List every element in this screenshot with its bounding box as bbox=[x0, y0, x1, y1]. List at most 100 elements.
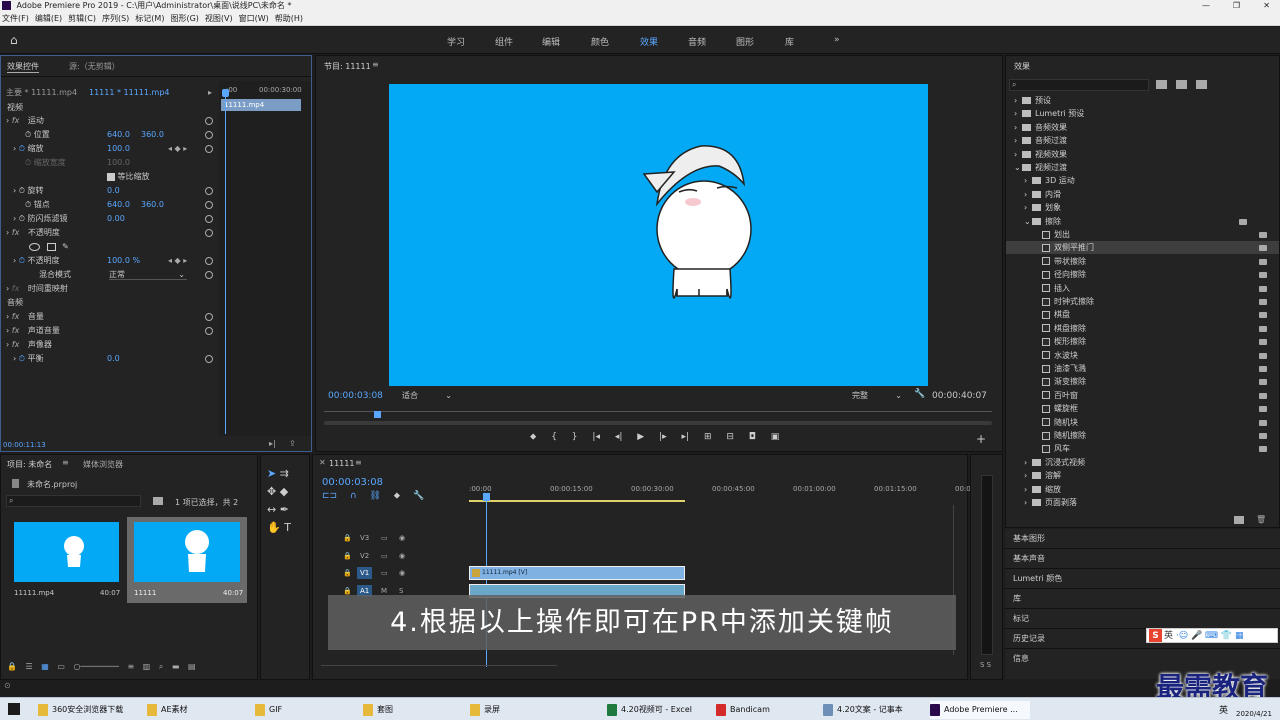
rect-mask-icon[interactable] bbox=[46, 242, 56, 251]
row-position[interactable]: ⏱ 位置 bbox=[25, 128, 50, 141]
mini-timeline[interactable]: :00 00:00:30:00 11111.mp4 bbox=[219, 81, 311, 436]
workspace-graphics[interactable]: 图形 bbox=[736, 35, 754, 48]
step-back-icon[interactable]: ◂| bbox=[615, 432, 623, 442]
workspace-assembly[interactable]: 组件 bbox=[495, 35, 513, 48]
effects-item[interactable]: 油漆飞溅 bbox=[1006, 362, 1279, 375]
chevron-right-icon[interactable]: › bbox=[1024, 483, 1032, 496]
menu-graphics[interactable]: 图形(G) bbox=[170, 14, 198, 23]
opacity-value[interactable]: 100.0 % bbox=[107, 254, 140, 267]
slip-tool-icon[interactable]: ↔ bbox=[267, 503, 276, 516]
effects-folder[interactable]: ⌄ 擦除 bbox=[1006, 215, 1279, 228]
menu-file[interactable]: 文件(F) bbox=[2, 14, 29, 23]
tab-media-browser[interactable]: 媒体浏览器 bbox=[83, 459, 123, 470]
reset-icon[interactable] bbox=[205, 313, 213, 321]
effects-folder[interactable]: › 音频过渡 bbox=[1006, 134, 1279, 147]
program-timecode[interactable]: 00:00:03:08 bbox=[328, 391, 383, 401]
new-bin-icon[interactable] bbox=[1234, 516, 1244, 524]
list-view-icon[interactable]: ☰ bbox=[26, 662, 33, 671]
solo-label-icon[interactable]: S S bbox=[980, 661, 991, 669]
icon-view-icon[interactable]: ▦ bbox=[41, 662, 49, 671]
ellipse-mask-icon[interactable] bbox=[29, 242, 40, 251]
eye-icon[interactable]: ◉ bbox=[399, 534, 405, 542]
quality-select[interactable]: 完整 ⌄ bbox=[852, 390, 904, 402]
timeline-scrollbar[interactable] bbox=[321, 665, 557, 670]
v1-clip[interactable]: 11111.mp4 [V] bbox=[469, 566, 685, 580]
razor-tool-icon[interactable]: ◆ bbox=[280, 485, 288, 498]
camera-icon[interactable]: ◘ bbox=[749, 432, 756, 442]
reset-icon[interactable] bbox=[205, 271, 213, 279]
freeform-view-icon[interactable]: ▭ bbox=[57, 662, 65, 671]
track-name[interactable]: V2 bbox=[357, 550, 372, 562]
opacity-stopwatch-icon[interactable]: ⏱ bbox=[19, 256, 25, 265]
menu-clip[interactable]: 剪辑(C) bbox=[68, 14, 96, 23]
chevron-right-icon[interactable]: › bbox=[1014, 134, 1022, 147]
track-header[interactable]: 🔒 V3 ▭ ◉ bbox=[313, 531, 469, 547]
delete-icon[interactable]: 🗑 bbox=[1256, 515, 1266, 524]
project-item[interactable]: 11111.mp4 40:07 bbox=[7, 517, 123, 603]
eye-icon[interactable]: ◉ bbox=[399, 552, 405, 560]
timeline-title[interactable]: 11111 bbox=[329, 459, 354, 468]
menu-sequence[interactable]: 序列(S) bbox=[102, 14, 129, 23]
effects-item[interactable]: 双侧平推门 bbox=[1006, 241, 1279, 255]
overwrite-icon[interactable]: ⊟ bbox=[726, 432, 734, 442]
stopwatch-icon[interactable]: ⏱ bbox=[25, 130, 31, 139]
effects-item[interactable]: 水波块 bbox=[1006, 349, 1279, 362]
panel-menu-icon[interactable]: ≡ bbox=[355, 458, 362, 467]
taskbar-app-button[interactable]: 录屏 bbox=[470, 701, 574, 719]
row-volume[interactable]: › fx 音量 bbox=[6, 310, 44, 323]
filter-icon[interactable]: ▸| bbox=[269, 439, 276, 448]
taskbar-app-button[interactable]: 套图 bbox=[363, 701, 467, 719]
panel-essential-graphics[interactable]: 基本图形 bbox=[1013, 532, 1045, 545]
workspace-libraries[interactable]: 库 bbox=[785, 35, 794, 48]
sequence-clip-label[interactable]: 11111 * 11111.mp4 bbox=[89, 86, 170, 99]
reset-icon[interactable] bbox=[205, 201, 213, 209]
mini-playhead-handle[interactable] bbox=[222, 89, 229, 97]
panel-essential-sound[interactable]: 基本声音 bbox=[1013, 552, 1045, 565]
sync-lock-icon[interactable]: ▭ bbox=[381, 569, 388, 577]
effects-folder[interactable]: › 页面剥落 bbox=[1006, 496, 1279, 509]
ime-toolbar[interactable]: S英 ·☺ 🎤 ⌨ 👕 ▦ bbox=[1146, 628, 1278, 643]
effects-item[interactable]: 棋盘 bbox=[1006, 308, 1279, 321]
mute-icon[interactable]: M bbox=[381, 587, 387, 595]
yuv-effects-icon[interactable] bbox=[1196, 80, 1207, 89]
tray-date[interactable]: 2020/4/21 bbox=[1236, 710, 1272, 718]
effects-item[interactable]: 螺旋框 bbox=[1006, 402, 1279, 415]
effects-folder[interactable]: › 3D 运动 bbox=[1006, 174, 1279, 187]
keyframe-nav-icon[interactable]: ◂ ◆ ▸ bbox=[168, 142, 187, 155]
workspace-audio[interactable]: 音频 bbox=[688, 35, 706, 48]
taskbar-app-button[interactable]: 360安全浏览器下载 bbox=[38, 701, 142, 719]
reset-icon[interactable] bbox=[205, 187, 213, 195]
zoom-slider[interactable]: ○──────── bbox=[73, 662, 119, 671]
32bit-effects-icon[interactable] bbox=[1176, 80, 1187, 89]
effects-folder[interactable]: › 预设 bbox=[1006, 94, 1279, 107]
scrollbar-track[interactable] bbox=[324, 421, 992, 425]
project-search-input[interactable]: ⌕ bbox=[6, 495, 141, 507]
type-tool-icon[interactable]: T bbox=[284, 521, 291, 534]
find-icon[interactable]: ⌕ bbox=[159, 662, 163, 671]
lock-icon[interactable]: 🔒 bbox=[7, 662, 17, 671]
restore-button[interactable]: ❐ bbox=[1233, 0, 1240, 12]
rotation-value[interactable]: 0.0 bbox=[107, 184, 120, 197]
effects-folder[interactable]: › 划象 bbox=[1006, 201, 1279, 214]
selection-tool-icon[interactable]: ➤ bbox=[267, 467, 276, 480]
menu-help[interactable]: 帮助(H) bbox=[275, 14, 303, 23]
chevron-right-icon[interactable]: › bbox=[1024, 201, 1032, 214]
tab-effect-controls[interactable]: 效果控件 bbox=[7, 61, 39, 73]
track-name[interactable]: V1 bbox=[357, 567, 373, 579]
menu-edit[interactable]: 编辑(E) bbox=[35, 14, 62, 23]
marker-icon[interactable]: ⬥ bbox=[530, 432, 536, 442]
effects-folder[interactable]: › 视频效果 bbox=[1006, 148, 1279, 161]
timeline-timecode[interactable]: 00:00:03:08 bbox=[322, 477, 383, 488]
effects-item[interactable]: 插入 bbox=[1006, 282, 1279, 295]
row-uniform-scale[interactable]: 等比缩放 bbox=[107, 170, 150, 183]
effects-folder[interactable]: ⌄ 视频过渡 bbox=[1006, 161, 1279, 174]
play-only-button[interactable]: ▸ bbox=[208, 88, 212, 97]
panel-lumetri-color[interactable]: Lumetri 颜色 bbox=[1013, 572, 1062, 585]
timeline-close-icon[interactable]: ✕ bbox=[319, 458, 326, 467]
taskbar-app-button[interactable]: Bandicam bbox=[716, 701, 820, 719]
position-y[interactable]: 360.0 bbox=[141, 128, 164, 141]
position-x[interactable]: 640.0 bbox=[107, 128, 130, 141]
row-time-remap[interactable]: › fx 时间重映射 bbox=[6, 282, 68, 295]
mark-in-icon[interactable]: { bbox=[551, 432, 557, 442]
sort-icon[interactable]: ≡ bbox=[128, 662, 135, 671]
